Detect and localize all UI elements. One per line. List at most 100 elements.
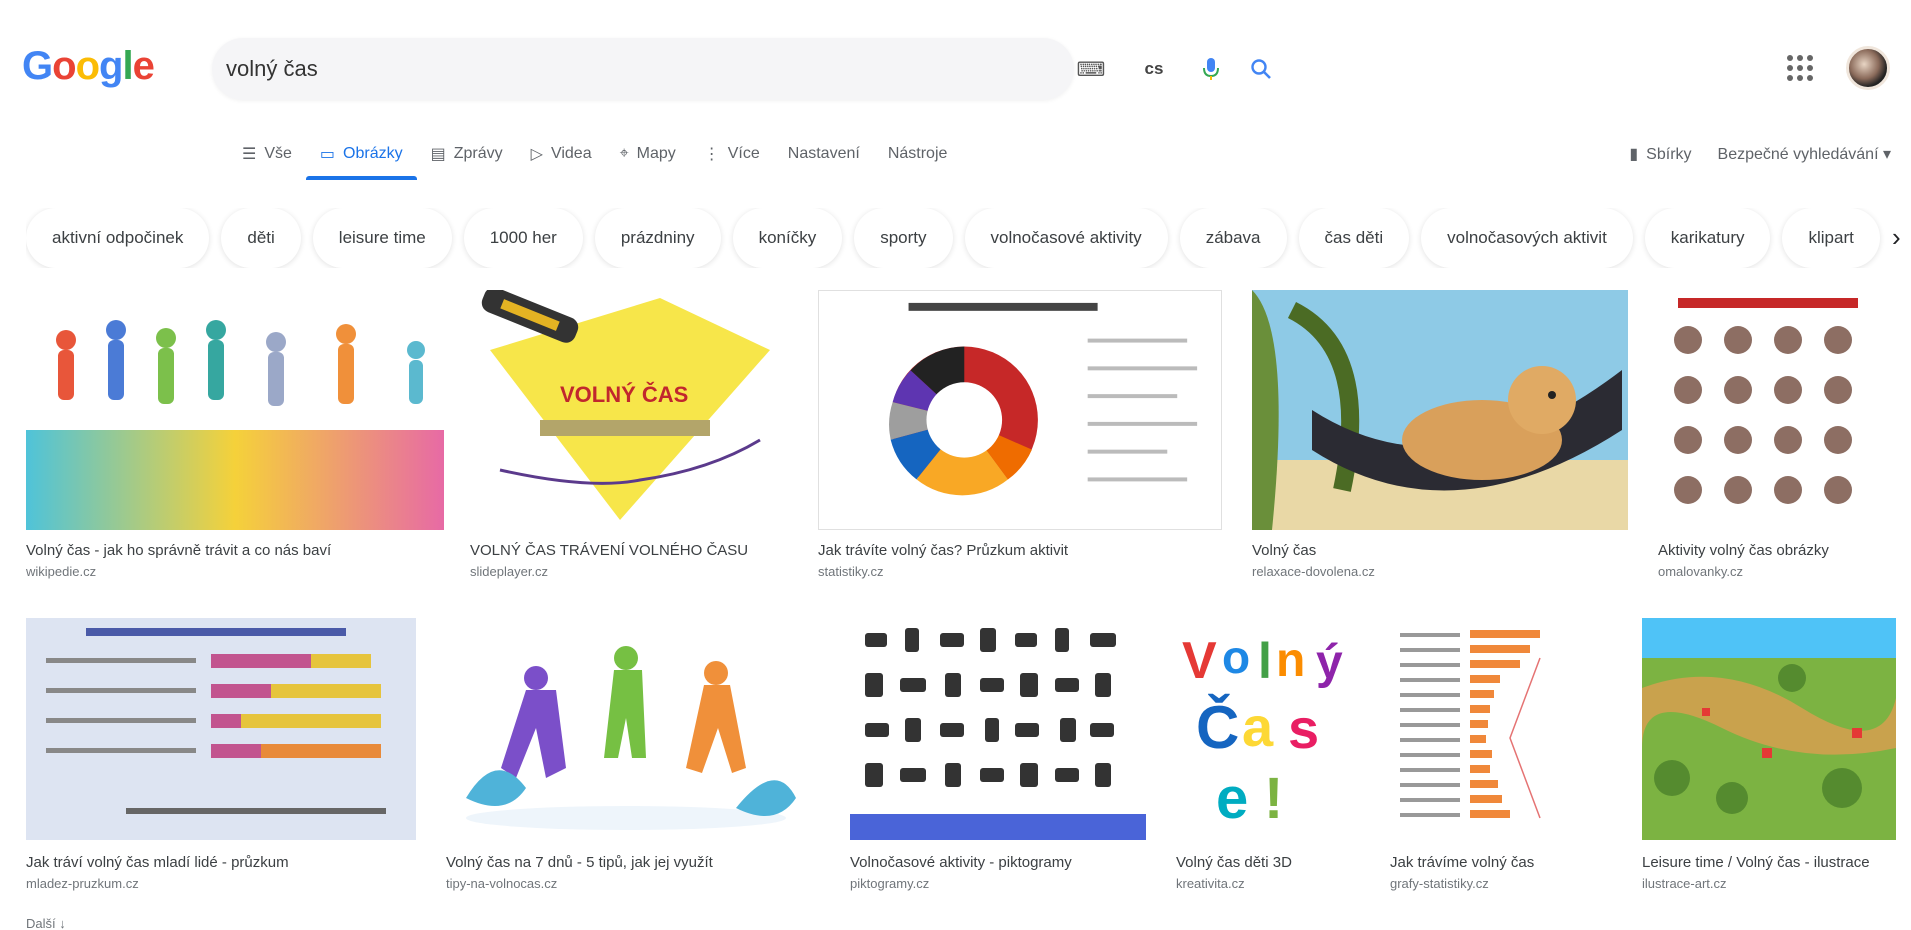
- result-thumbnail[interactable]: [26, 618, 416, 840]
- result-thumbnail[interactable]: [1252, 290, 1628, 530]
- chip[interactable]: čas děti: [1298, 208, 1410, 268]
- image-result[interactable]: VOLNÝ ČAS VOLNÝ ČAS TRÁVENÍ VOLNÉHO ČASU…: [470, 290, 788, 590]
- result-title[interactable]: Volný čas - jak ho správně trávit a co n…: [26, 542, 444, 559]
- chip[interactable]: sporty: [854, 208, 953, 268]
- result-source[interactable]: relaxace-dovolena.cz: [1252, 564, 1628, 579]
- tab-all[interactable]: ☰ Vše: [228, 128, 306, 180]
- news-icon: ▤: [430, 146, 446, 163]
- image-result[interactable]: Volný čas - jak ho správně trávit a co n…: [26, 290, 444, 590]
- language-selector[interactable]: cs: [1134, 52, 1174, 86]
- result-thumbnail[interactable]: [26, 290, 444, 530]
- map-icon: ⌖: [619, 145, 629, 162]
- image-result[interactable]: Volný Čas e! Volný čas děti 3D kreativit…: [1176, 618, 1356, 908]
- result-title[interactable]: VOLNÝ ČAS TRÁVENÍ VOLNÉHO ČASU: [470, 542, 788, 559]
- tab-videos[interactable]: ▷ Videa: [517, 128, 606, 180]
- result-thumbnail[interactable]: VOLNÝ ČAS: [470, 290, 788, 530]
- chip[interactable]: volnočasových aktivit: [1421, 208, 1633, 268]
- result-source[interactable]: kreativita.cz: [1176, 876, 1356, 891]
- tab-label: Mapy: [636, 145, 676, 162]
- collections-button[interactable]: ▮ Sbírky: [1629, 144, 1691, 164]
- thumbnail-image: [1674, 298, 1858, 504]
- result-title[interactable]: Aktivity volný čas obrázky: [1658, 542, 1888, 559]
- avatar[interactable]: [1846, 46, 1890, 90]
- result-thumbnail[interactable]: [446, 618, 808, 840]
- image-result[interactable]: Aktivity volný čas obrázky omalovanky.cz: [1658, 290, 1888, 590]
- result-title[interactable]: Volný čas děti 3D: [1176, 854, 1356, 871]
- thumbnail-image: [1400, 630, 1541, 819]
- search-icon[interactable]: [1244, 52, 1278, 86]
- result-thumbnail[interactable]: [1390, 618, 1620, 840]
- chip[interactable]: volnočasové aktivity: [964, 208, 1168, 268]
- chip[interactable]: aktivní odpočinek: [26, 208, 210, 268]
- footer-note[interactable]: Další ↓: [26, 916, 66, 930]
- result-title[interactable]: Volný čas na 7 dnů - 5 tipů, jak jej vyu…: [446, 854, 808, 871]
- tab-news[interactable]: ▤ Zprávy: [417, 128, 517, 180]
- result-source[interactable]: grafy-statistiky.cz: [1390, 876, 1620, 891]
- thumbnail-image: [1252, 290, 1628, 530]
- search-tabs: ☰ Vše ▭ Obrázky ▤ Zprávy ▷ Videa ⌖ Mapy ⋮ Více…: [228, 128, 961, 180]
- search-box[interactable]: ⌨ cs: [212, 38, 1271, 100]
- result-source[interactable]: ilustrace-art.cz: [1642, 876, 1896, 891]
- result-title[interactable]: Volnočasové aktivity - piktogramy: [850, 854, 1146, 871]
- svg-text:!: !: [1264, 766, 1283, 831]
- result-thumbnail[interactable]: [818, 290, 1222, 530]
- tab-tools[interactable]: Nástroje: [874, 128, 962, 180]
- header: Google ⌨ cs: [0, 0, 1911, 135]
- svg-text:Č: Č: [1196, 694, 1239, 761]
- thumbnail-image: [850, 628, 1146, 840]
- svg-text:l: l: [1258, 633, 1272, 689]
- chip[interactable]: leisure time: [312, 208, 452, 268]
- tab-maps[interactable]: ⌖ Mapy: [606, 128, 690, 180]
- thumbnail-image: VOLNÝ ČAS: [481, 290, 770, 520]
- thumbnail-image: [1642, 618, 1896, 840]
- result-source[interactable]: wikipedie.cz: [26, 564, 444, 579]
- result-source[interactable]: omalovanky.cz: [1658, 564, 1888, 579]
- image-result[interactable]: Volnočasové aktivity - piktogramy piktog…: [850, 618, 1146, 908]
- tab-images[interactable]: ▭ Obrázky: [305, 128, 417, 180]
- image-icon: ▭: [319, 146, 336, 163]
- image-result[interactable]: Volný čas relaxace-dovolena.cz: [1252, 290, 1628, 590]
- keyboard-icon[interactable]: ⌨: [1074, 52, 1108, 86]
- chip[interactable]: koníčky: [732, 208, 843, 268]
- image-result[interactable]: Jak trávíte volný čas? Průzkum aktivit s…: [818, 290, 1222, 590]
- result-title[interactable]: Jak trávíte volný čas? Průzkum aktivit: [818, 542, 1222, 559]
- thumbnail-image: [26, 290, 444, 530]
- result-source[interactable]: tipy-na-volnocas.cz: [446, 876, 808, 891]
- result-title[interactable]: Jak tráví volný čas mladí lidé - průzkum: [26, 854, 416, 871]
- result-title[interactable]: Leisure time / Volný čas - ilustrace: [1642, 854, 1896, 871]
- svg-text:n: n: [1276, 634, 1305, 687]
- chip[interactable]: klipart: [1782, 208, 1880, 268]
- image-result[interactable]: Leisure time / Volný čas - ilustrace ilu…: [1642, 618, 1896, 908]
- image-result[interactable]: Jak trávíme volný čas grafy-statistiky.c…: [1390, 618, 1620, 908]
- google-logo[interactable]: Google: [22, 44, 155, 89]
- result-title[interactable]: Jak trávíme volný čas: [1390, 854, 1620, 871]
- svg-text:e: e: [1216, 766, 1248, 831]
- tools-right: ▮ Sbírky Bezpečné vyhledávání ▾: [1629, 128, 1891, 180]
- result-source[interactable]: statistiky.cz: [818, 564, 1222, 579]
- tab-more[interactable]: ⋮ Více: [690, 128, 774, 180]
- result-thumbnail[interactable]: [1658, 290, 1888, 530]
- image-result[interactable]: Jak tráví volný čas mladí lidé - průzkum…: [26, 618, 416, 908]
- result-source[interactable]: slideplayer.cz: [470, 564, 788, 579]
- chip[interactable]: karikatury: [1644, 208, 1771, 268]
- chip[interactable]: prázdniny: [594, 208, 721, 268]
- chip[interactable]: děti: [221, 208, 301, 268]
- tab-settings[interactable]: Nastavení: [774, 128, 874, 180]
- chip[interactable]: zábava: [1179, 208, 1287, 268]
- tab-label: Obrázky: [343, 145, 403, 162]
- result-source[interactable]: mladez-pruzkum.cz: [26, 876, 416, 891]
- chevron-right-icon[interactable]: ›: [1892, 222, 1901, 253]
- video-icon: ▷: [530, 146, 543, 163]
- result-thumbnail[interactable]: [1642, 618, 1896, 840]
- search-input[interactable]: [226, 48, 826, 90]
- chip[interactable]: 1000 her: [463, 208, 583, 268]
- result-source[interactable]: piktogramy.cz: [850, 876, 1146, 891]
- result-title[interactable]: Volný čas: [1252, 542, 1628, 559]
- microphone-icon[interactable]: [1194, 52, 1228, 86]
- safesearch-button[interactable]: Bezpečné vyhledávání ▾: [1718, 144, 1891, 164]
- result-thumbnail[interactable]: Volný Čas e!: [1176, 618, 1356, 840]
- svg-text:o: o: [1222, 631, 1250, 683]
- image-result[interactable]: Volný čas na 7 dnů - 5 tipů, jak jej vyu…: [446, 618, 808, 908]
- result-thumbnail[interactable]: [850, 618, 1146, 840]
- apps-grid-icon[interactable]: [1784, 52, 1814, 82]
